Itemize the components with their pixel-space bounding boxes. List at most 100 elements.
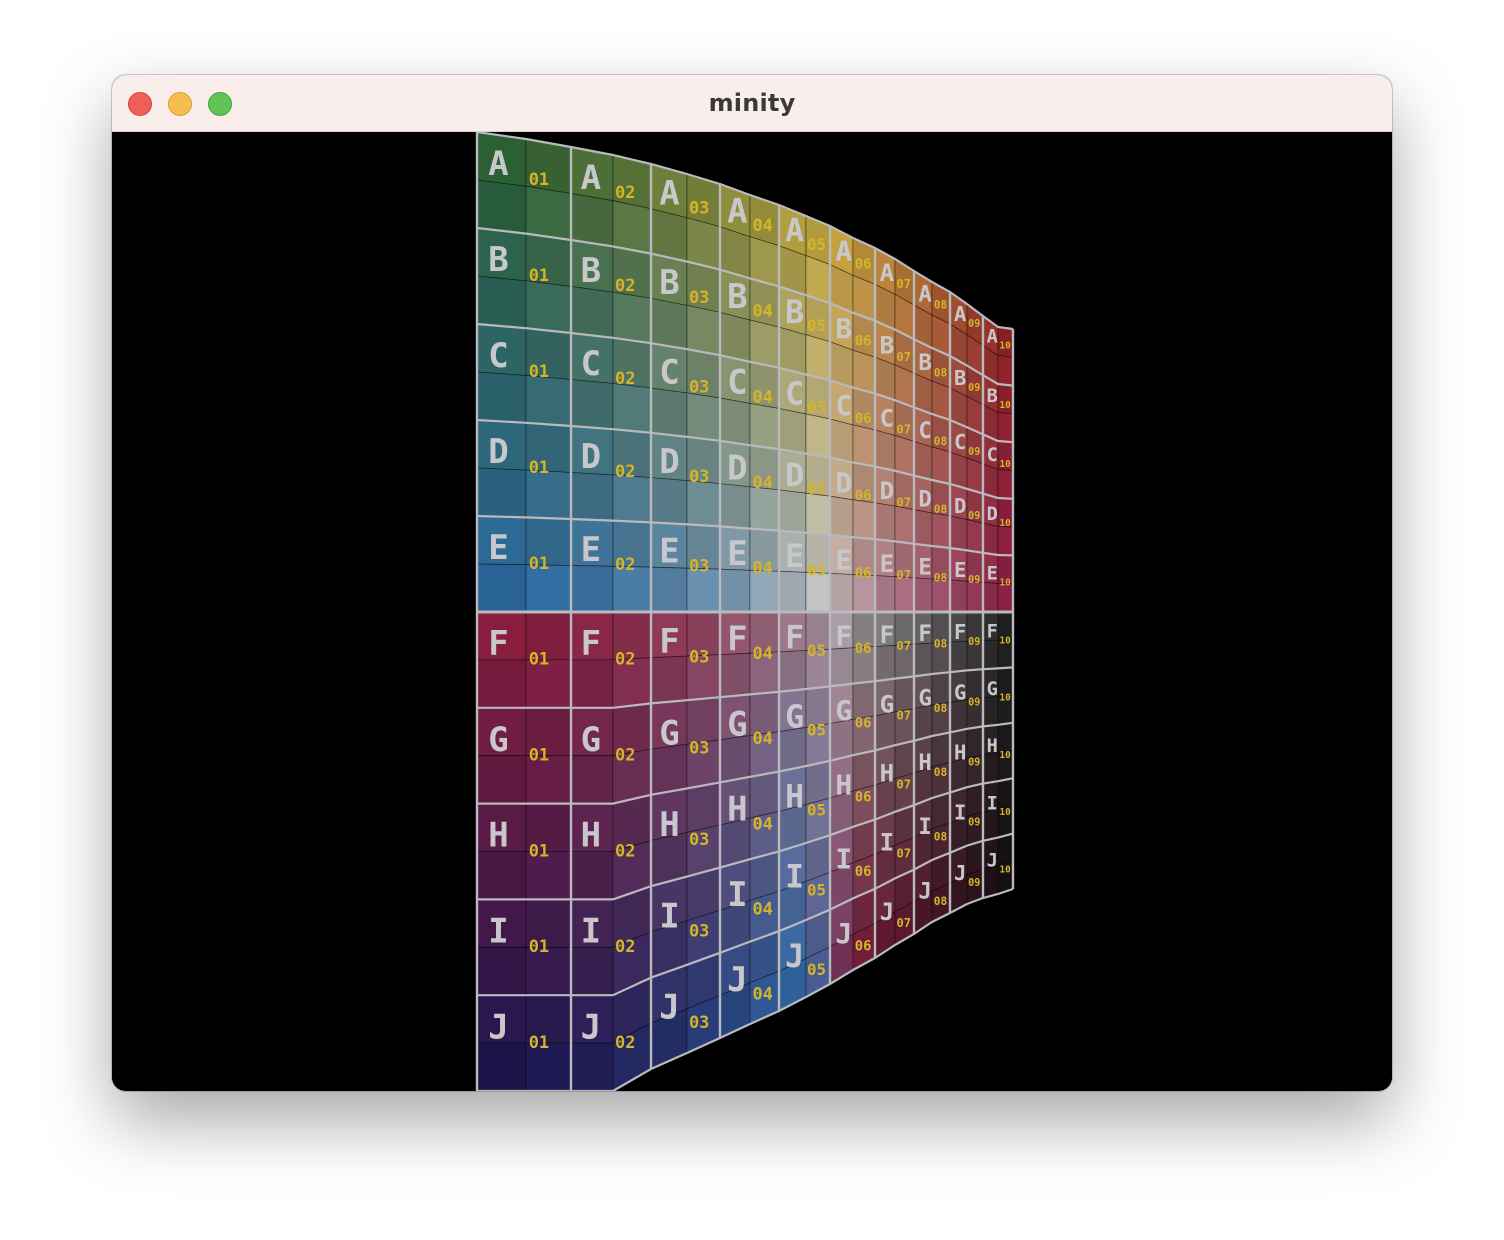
row-letter-label: H [987, 736, 998, 757]
grid-cell [612, 200, 652, 255]
row-letter-label: I [785, 859, 804, 895]
row-letter-label: I [727, 875, 747, 915]
column-number-label: 08 [934, 895, 948, 908]
row-letter-label: B [954, 366, 966, 390]
grid-cell [778, 326, 807, 375]
row-letter-label: I [918, 814, 931, 840]
row-letter-label: C [488, 336, 508, 376]
column-number-label: 07 [896, 916, 911, 930]
row-letter-label: F [785, 620, 804, 656]
grid-cell [829, 647, 854, 687]
row-letter-label: C [727, 363, 747, 403]
grid-cell [719, 397, 751, 446]
grid-cell [997, 412, 1014, 443]
column-number-label: 04 [752, 644, 772, 664]
grid-cell [778, 650, 807, 693]
row-letter-label: I [488, 912, 508, 952]
grid-cell [829, 418, 854, 463]
column-number-label: 03 [689, 830, 709, 850]
column-number-label: 01 [529, 554, 549, 574]
column-number-label: 10 [1000, 807, 1012, 818]
row-letter-label: J [727, 960, 747, 1000]
grid-cell [570, 472, 614, 522]
row-letter-label: B [488, 240, 508, 280]
row-letter-label: I [659, 896, 679, 936]
grid-cell [749, 319, 780, 369]
row-letter-label: A [954, 302, 967, 326]
column-number-label: 03 [689, 288, 709, 308]
column-number-label: 02 [615, 1033, 635, 1053]
column-number-label: 08 [934, 503, 948, 516]
row-letter-label: A [659, 173, 679, 213]
row-letter-label: E [727, 534, 747, 574]
grid-cell [997, 777, 1014, 810]
row-letter-label: I [954, 801, 966, 825]
column-number-label: 08 [934, 766, 948, 779]
column-number-label: 06 [855, 565, 872, 581]
grid-cell [570, 659, 614, 709]
column-number-label: 07 [896, 568, 911, 582]
column-number-label: 05 [807, 641, 826, 660]
grid-cell [852, 499, 876, 540]
row-letter-label: D [488, 432, 508, 472]
row-letter-label: B [987, 386, 998, 407]
column-number-label: 06 [855, 488, 872, 504]
grid-cell [525, 375, 572, 427]
row-letter-label: B [659, 263, 679, 303]
grid-cell [476, 851, 527, 900]
column-number-label: 08 [934, 299, 948, 312]
grid-cell [997, 833, 1014, 867]
column-number-label: 09 [968, 447, 980, 458]
row-letter-label: G [954, 680, 966, 704]
column-number-label: 01 [529, 362, 549, 382]
grid-cell [852, 424, 876, 467]
column-number-label: 06 [855, 334, 872, 350]
grid-cell [476, 467, 527, 518]
column-number-label: 04 [752, 302, 772, 322]
column-number-label: 05 [807, 316, 826, 335]
grid-cell [949, 640, 968, 673]
row-letter-label: E [880, 550, 895, 578]
column-number-label: 01 [529, 937, 549, 957]
grid-cell [931, 731, 951, 768]
grid-cell [749, 486, 780, 532]
column-number-label: 07 [896, 495, 911, 509]
column-number-label: 08 [934, 435, 948, 448]
title-bar[interactable]: minity [112, 75, 1392, 132]
grid-cell [949, 515, 968, 551]
grid-cell [805, 492, 831, 536]
column-number-label: 03 [689, 557, 709, 577]
row-letter-label: J [918, 879, 931, 905]
row-letter-label: B [785, 295, 804, 331]
row-letter-label: A [880, 259, 895, 287]
grid-cell [612, 291, 652, 344]
row-letter-label: G [880, 690, 895, 718]
column-number-label: 06 [855, 256, 872, 272]
column-number-label: 04 [752, 558, 772, 578]
grid-cell [686, 480, 721, 527]
column-number-label: 01 [529, 266, 549, 286]
row-letter-label: H [785, 780, 804, 816]
column-number-label: 08 [934, 637, 948, 650]
row-letter-label: B [880, 332, 895, 360]
row-letter-label: I [581, 912, 601, 952]
row-letter-label: J [835, 917, 852, 950]
column-number-label: 04 [752, 216, 772, 236]
render-viewport[interactable]: A 01 A 02 A 03 A 04 A 05 A 06 A 07 A 08 A 09 A 10 B 01 B 02 B 03 B… [112, 132, 1392, 1091]
row-letter-label: C [954, 430, 966, 454]
grid-cell [982, 522, 999, 556]
column-number-label: 03 [689, 467, 709, 487]
column-number-label: 02 [615, 937, 635, 957]
column-number-label: 01 [529, 745, 549, 765]
column-number-label: 06 [855, 411, 872, 427]
row-letter-label: C [785, 376, 804, 412]
grid-cell [570, 193, 614, 247]
column-number-label: 07 [896, 847, 911, 861]
grid-cell [913, 509, 933, 547]
column-number-label: 07 [896, 777, 911, 791]
grid-cell [778, 408, 807, 455]
row-letter-label: F [659, 622, 679, 662]
column-number-label: 04 [752, 387, 772, 407]
column-number-label: 09 [968, 697, 980, 708]
grid-cell [852, 749, 876, 792]
